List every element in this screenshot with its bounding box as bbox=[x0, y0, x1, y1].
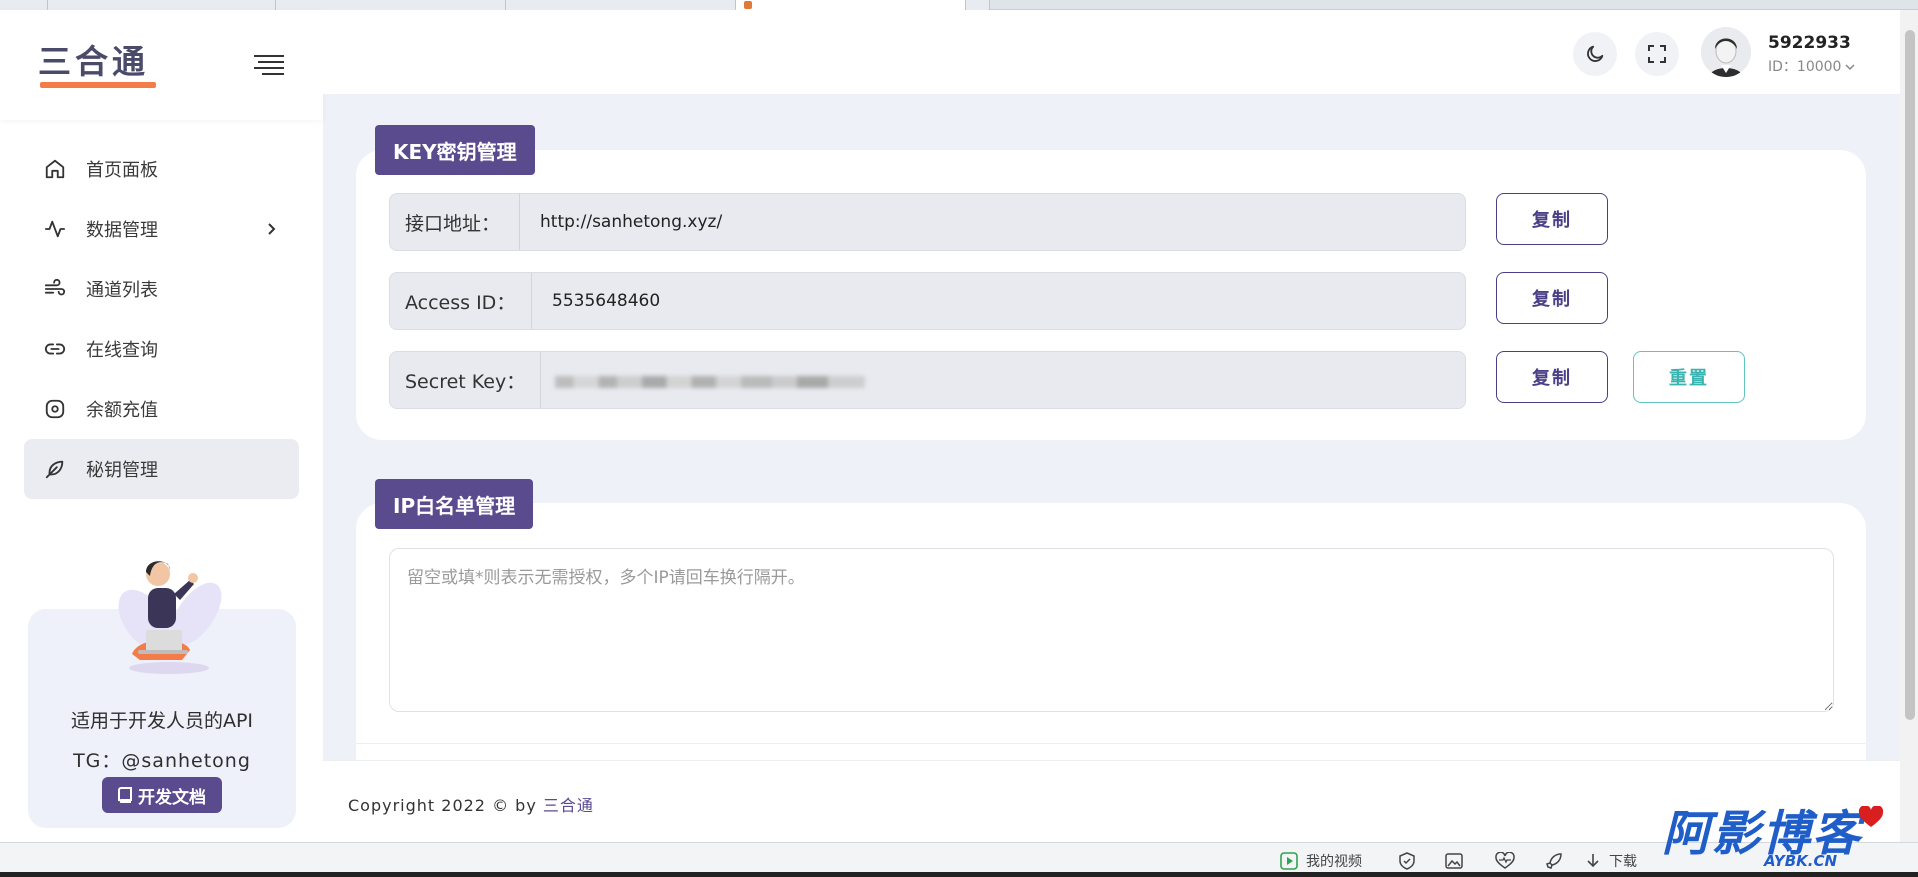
sidebar-item-label: 余额充值 bbox=[86, 400, 158, 421]
watermark: 阿影博客 AYBK.CN bbox=[1662, 806, 1918, 877]
copyright-prefix: Copyright 2022 © by bbox=[348, 796, 543, 815]
menu-icon-line bbox=[258, 61, 284, 63]
sidebar-item-data-management[interactable]: 数据管理 bbox=[24, 199, 299, 259]
shield-button[interactable] bbox=[1398, 851, 1424, 871]
api-url-label: 接口地址： bbox=[390, 194, 520, 250]
download-label: 下载 bbox=[1609, 854, 1637, 870]
sidebar-item-label: 秘钥管理 bbox=[86, 460, 158, 481]
promo-telegram: TG：@sanhetong bbox=[73, 750, 251, 772]
key-management-card: 接口地址： http://sanhetong.xyz/ 复制 Access ID… bbox=[356, 150, 1866, 440]
link-icon bbox=[44, 338, 66, 360]
menu-icon bbox=[254, 55, 284, 57]
sidebar-item-online-query[interactable]: 在线查询 bbox=[24, 319, 299, 379]
my-video-button[interactable]: 我的视频 bbox=[1280, 851, 1362, 871]
sidebar: 三合通 首页面板 数据管理 通道列表 在线查询 余额充值 秘钥管理 适用于开发人… bbox=[0, 10, 323, 842]
sidebar-item-recharge[interactable]: 余额充值 bbox=[24, 379, 299, 439]
chevron-down-icon bbox=[1845, 64, 1855, 71]
dev-docs-label: 开发文档 bbox=[138, 787, 206, 808]
menu-toggle-button[interactable] bbox=[254, 52, 284, 76]
secret-key-value-blurred[interactable] bbox=[555, 376, 865, 388]
top-header: 5922933 ID：10000 bbox=[323, 10, 1900, 94]
book-icon bbox=[118, 787, 132, 803]
sidebar-item-key-management[interactable]: 秘钥管理 bbox=[24, 439, 299, 499]
ip-whitelist-input[interactable] bbox=[389, 548, 1834, 712]
health-button[interactable] bbox=[1495, 851, 1523, 871]
sidebar-item-label: 在线查询 bbox=[86, 340, 158, 361]
tab-favicon-icon bbox=[744, 1, 752, 9]
heart-pulse-icon bbox=[1495, 852, 1515, 869]
ip-whitelist-tag: IP白名单管理 bbox=[375, 479, 534, 529]
footer-brand-link[interactable]: 三合通 bbox=[543, 796, 594, 815]
my-video-label: 我的视频 bbox=[1306, 854, 1362, 870]
sidebar-item-label: 通道列表 bbox=[86, 280, 158, 301]
promo-title: 适用于开发人员的API bbox=[70, 710, 254, 732]
rocket-button[interactable] bbox=[1545, 851, 1571, 871]
logo-underline bbox=[40, 82, 156, 88]
image-button[interactable] bbox=[1445, 851, 1471, 871]
copy-access-id-button[interactable]: 复制 bbox=[1496, 272, 1608, 324]
copy-secret-key-button[interactable]: 复制 bbox=[1496, 351, 1608, 403]
sidebar-item-dashboard[interactable]: 首页面板 bbox=[24, 139, 299, 199]
browser-tab[interactable] bbox=[48, 0, 276, 10]
brand-area: 三合通 bbox=[0, 10, 323, 120]
image-icon bbox=[1445, 853, 1463, 869]
heart-icon bbox=[1858, 806, 1884, 827]
browser-tab-strip bbox=[0, 0, 1918, 10]
access-id-value[interactable]: 5535648460 bbox=[552, 273, 660, 329]
api-url-value[interactable]: http://sanhetong.xyz/ bbox=[540, 194, 722, 250]
ip-whitelist-card bbox=[356, 503, 1866, 793]
user-id-text: ID：10000 bbox=[1768, 59, 1842, 75]
fullscreen-icon bbox=[1648, 45, 1666, 63]
feather-icon bbox=[44, 458, 66, 480]
browser-tab[interactable] bbox=[506, 0, 736, 10]
dark-mode-button[interactable] bbox=[1573, 32, 1617, 76]
menu-icon-line bbox=[254, 67, 284, 69]
logo-text: 三合通 bbox=[38, 42, 149, 81]
user-id[interactable]: ID：10000 bbox=[1768, 56, 1855, 76]
screen-bottom-edge bbox=[0, 872, 1918, 877]
shield-icon bbox=[1399, 852, 1415, 870]
fullscreen-button[interactable] bbox=[1635, 32, 1679, 76]
user-avatar-icon bbox=[1701, 27, 1751, 77]
chevron-right-icon bbox=[263, 221, 279, 237]
sidebar-nav: 首页面板 数据管理 通道列表 在线查询 余额充值 秘钥管理 bbox=[24, 139, 299, 499]
new-tab-button[interactable] bbox=[966, 0, 990, 10]
home-icon bbox=[44, 158, 66, 180]
page-scrollbar[interactable] bbox=[1900, 10, 1918, 842]
browser-tab-active[interactable] bbox=[736, 0, 966, 10]
secret-key-field: Secret Key： bbox=[389, 351, 1466, 409]
access-id-label: Access ID： bbox=[390, 273, 532, 329]
video-play-icon bbox=[1280, 852, 1298, 870]
reset-secret-key-button[interactable]: 重置 bbox=[1633, 351, 1745, 403]
sidebar-item-channel-list[interactable]: 通道列表 bbox=[24, 259, 299, 319]
card-divider bbox=[356, 743, 1866, 744]
sidebar-item-label: 首页面板 bbox=[86, 160, 158, 181]
browser-tab[interactable] bbox=[276, 0, 506, 10]
key-management-tag: KEY密钥管理 bbox=[375, 125, 535, 175]
moon-icon bbox=[1587, 45, 1604, 62]
browser-tab[interactable] bbox=[0, 0, 48, 10]
download-icon bbox=[1587, 854, 1599, 868]
dev-docs-button[interactable]: 开发文档 bbox=[102, 777, 222, 813]
api-url-field: 接口地址： http://sanhetong.xyz/ bbox=[389, 193, 1466, 251]
watermark-subtext: AYBK.CN bbox=[1764, 852, 1838, 870]
avatar[interactable] bbox=[1701, 27, 1751, 77]
sidebar-item-label: 数据管理 bbox=[86, 220, 158, 241]
access-id-field: Access ID： 5535648460 bbox=[389, 272, 1466, 330]
logo[interactable]: 三合通 bbox=[38, 44, 158, 88]
copyright-text: Copyright 2022 © by 三合通 bbox=[348, 792, 594, 816]
secret-key-label: Secret Key： bbox=[390, 352, 541, 408]
copy-api-url-button[interactable]: 复制 bbox=[1496, 193, 1608, 245]
activity-icon bbox=[44, 218, 66, 240]
menu-icon-line bbox=[262, 73, 284, 75]
scrollbar-thumb[interactable] bbox=[1905, 30, 1915, 720]
download-button[interactable]: 下载 bbox=[1585, 851, 1637, 871]
wind-icon bbox=[44, 278, 66, 300]
rocket-icon bbox=[1546, 853, 1562, 869]
target-icon bbox=[44, 398, 66, 420]
username[interactable]: 5922933 bbox=[1768, 33, 1851, 53]
developer-illustration bbox=[118, 561, 222, 674]
